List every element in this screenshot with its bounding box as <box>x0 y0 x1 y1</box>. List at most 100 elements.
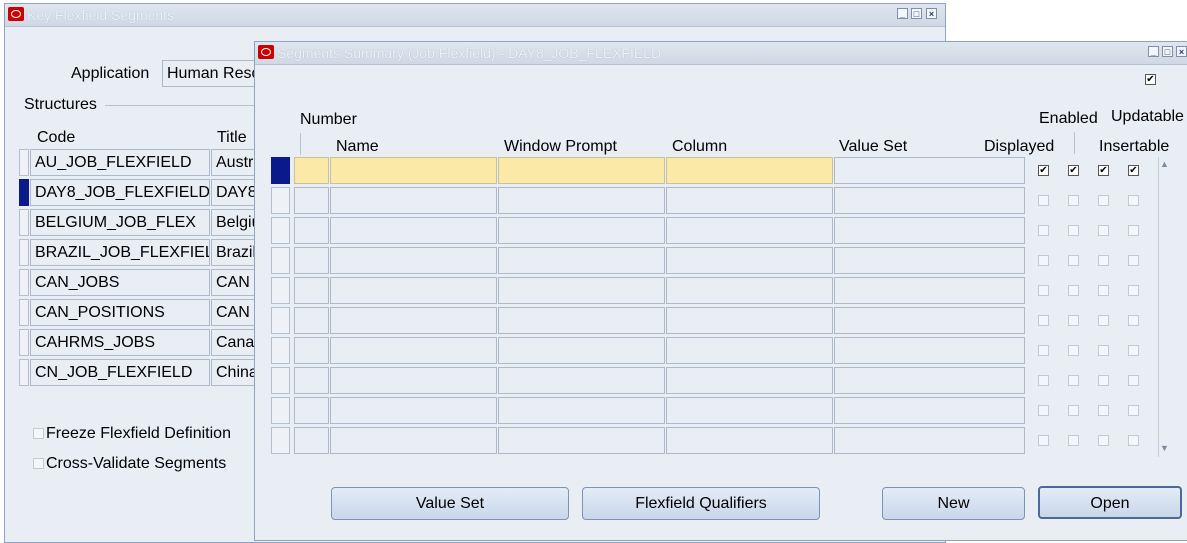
displayed-checkbox[interactable] <box>1038 195 1049 206</box>
displayed-checkbox[interactable] <box>1038 315 1049 326</box>
maximize-icon[interactable]: □ <box>1162 46 1173 57</box>
insertable-checkbox[interactable] <box>1128 315 1139 326</box>
segment-column-cell[interactable] <box>666 397 833 424</box>
segment-value-set-cell[interactable] <box>834 157 1025 184</box>
enabled-checkbox[interactable] <box>1068 405 1079 416</box>
displayed-checkbox[interactable] <box>1038 435 1049 446</box>
close-icon[interactable]: × <box>1176 46 1187 57</box>
structure-code-cell[interactable]: BELGIUM_JOB_FLEX <box>30 209 210 236</box>
updatable-checkbox[interactable]: ✔ <box>1098 165 1109 176</box>
updatable-checkbox[interactable] <box>1098 195 1109 206</box>
segment-name-cell[interactable] <box>330 217 497 244</box>
segment-window-prompt-cell[interactable] <box>498 157 665 184</box>
segment-value-set-cell[interactable] <box>834 397 1025 424</box>
displayed-checkbox[interactable]: ✔ <box>1038 165 1049 176</box>
segment-column-cell[interactable] <box>666 187 833 214</box>
segment-number-cell[interactable] <box>294 277 329 304</box>
insertable-checkbox[interactable] <box>1128 255 1139 266</box>
structure-code-cell[interactable]: BRAZIL_JOB_FLEXFIEL <box>30 239 210 266</box>
structure-code-cell[interactable]: CAN_JOBS <box>30 269 210 296</box>
insertable-checkbox[interactable] <box>1128 285 1139 296</box>
segment-window-prompt-cell[interactable] <box>498 217 665 244</box>
segment-window-prompt-cell[interactable] <box>498 397 665 424</box>
updatable-checkbox[interactable] <box>1098 345 1109 356</box>
segment-column-cell[interactable] <box>666 277 833 304</box>
segment-number-cell[interactable] <box>294 367 329 394</box>
segment-name-cell[interactable] <box>330 247 497 274</box>
segment-value-set-cell[interactable] <box>834 337 1025 364</box>
structure-row-selector[interactable] <box>19 179 29 206</box>
insertable-checkbox[interactable] <box>1128 405 1139 416</box>
enabled-checkbox[interactable]: ✔ <box>1068 165 1079 176</box>
maximize-icon[interactable]: □ <box>911 8 922 19</box>
top-right-checkbox[interactable]: ✔ <box>1145 74 1156 85</box>
vertical-scrollbar[interactable]: ▲ ▼ <box>1158 157 1171 457</box>
enabled-checkbox[interactable] <box>1068 315 1079 326</box>
flexfield-qualifiers-button[interactable]: Flexfield Qualifiers <box>582 487 820 520</box>
enabled-checkbox[interactable] <box>1068 375 1079 386</box>
segment-window-prompt-cell[interactable] <box>498 247 665 274</box>
insertable-checkbox[interactable] <box>1128 345 1139 356</box>
segment-row-selector[interactable] <box>271 307 290 334</box>
segment-column-cell[interactable] <box>666 367 833 394</box>
open-button[interactable]: Open <box>1038 486 1182 519</box>
segment-number-cell[interactable] <box>294 217 329 244</box>
insertable-checkbox[interactable]: ✔ <box>1128 165 1139 176</box>
segment-row-selector[interactable] <box>271 427 290 454</box>
segment-number-cell[interactable] <box>294 157 329 184</box>
minimize-icon[interactable]: _ <box>1148 46 1159 57</box>
segment-row-selector[interactable] <box>271 397 290 424</box>
updatable-checkbox[interactable] <box>1098 225 1109 236</box>
segment-number-cell[interactable] <box>294 337 329 364</box>
segment-column-cell[interactable] <box>666 217 833 244</box>
segment-column-cell[interactable] <box>666 247 833 274</box>
segment-name-cell[interactable] <box>330 307 497 334</box>
segment-column-cell[interactable] <box>666 157 833 184</box>
application-field[interactable]: Human Reso <box>162 60 262 87</box>
insertable-checkbox[interactable] <box>1128 195 1139 206</box>
segment-window-prompt-cell[interactable] <box>498 427 665 454</box>
close-icon[interactable]: × <box>926 8 937 19</box>
segment-value-set-cell[interactable] <box>834 247 1025 274</box>
structure-code-cell[interactable]: AU_JOB_FLEXFIELD <box>30 149 210 176</box>
segment-name-cell[interactable] <box>330 427 497 454</box>
structure-row-selector[interactable] <box>19 149 29 176</box>
segment-name-cell[interactable] <box>330 337 497 364</box>
structure-row-selector[interactable] <box>19 239 29 266</box>
enabled-checkbox[interactable] <box>1068 255 1079 266</box>
structure-row-selector[interactable] <box>19 299 29 326</box>
segment-row-selector[interactable] <box>271 157 290 184</box>
segment-value-set-cell[interactable] <box>834 217 1025 244</box>
segment-window-prompt-cell[interactable] <box>498 277 665 304</box>
displayed-checkbox[interactable] <box>1038 345 1049 356</box>
segment-row-selector[interactable] <box>271 277 290 304</box>
updatable-checkbox[interactable] <box>1098 285 1109 296</box>
segment-row-selector[interactable] <box>271 247 290 274</box>
enabled-checkbox[interactable] <box>1068 195 1079 206</box>
segment-window-prompt-cell[interactable] <box>498 367 665 394</box>
insertable-checkbox[interactable] <box>1128 375 1139 386</box>
segment-column-cell[interactable] <box>666 307 833 334</box>
scroll-down-icon[interactable]: ▼ <box>1160 443 1169 453</box>
segment-name-cell[interactable] <box>330 277 497 304</box>
segment-value-set-cell[interactable] <box>834 187 1025 214</box>
displayed-checkbox[interactable] <box>1038 225 1049 236</box>
segment-number-cell[interactable] <box>294 247 329 274</box>
segment-name-cell[interactable] <box>330 157 497 184</box>
segment-value-set-cell[interactable] <box>834 277 1025 304</box>
minimize-icon[interactable]: _ <box>897 8 908 19</box>
freeze-checkbox[interactable] <box>33 428 44 439</box>
segment-value-set-cell[interactable] <box>834 367 1025 394</box>
key-flexfield-titlebar[interactable]: Key Flexfield Segments _ □ × <box>5 4 945 27</box>
updatable-checkbox[interactable] <box>1098 435 1109 446</box>
segment-column-cell[interactable] <box>666 427 833 454</box>
structure-row-selector[interactable] <box>19 269 29 296</box>
enabled-checkbox[interactable] <box>1068 285 1079 296</box>
updatable-checkbox[interactable] <box>1098 375 1109 386</box>
segment-window-prompt-cell[interactable] <box>498 187 665 214</box>
enabled-checkbox[interactable] <box>1068 225 1079 236</box>
segment-number-cell[interactable] <box>294 307 329 334</box>
segment-window-prompt-cell[interactable] <box>498 337 665 364</box>
displayed-checkbox[interactable] <box>1038 375 1049 386</box>
segment-window-prompt-cell[interactable] <box>498 307 665 334</box>
